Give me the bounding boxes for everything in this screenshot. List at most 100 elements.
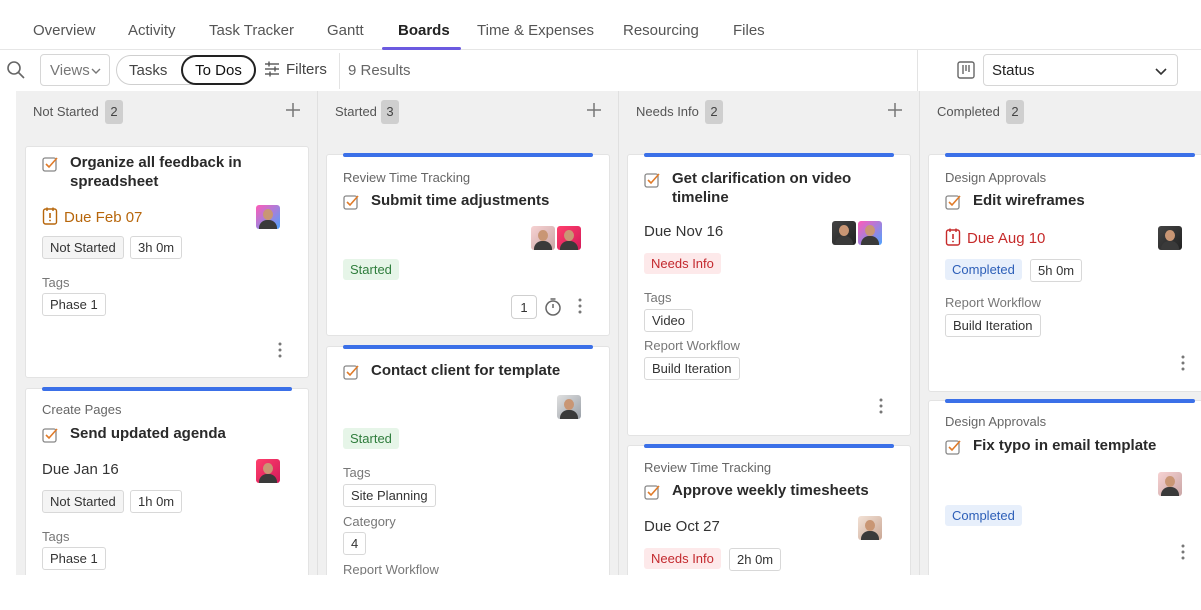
due-date: Due Feb 07 [42,207,142,226]
card-accent-bar [945,399,1195,403]
card-title-row: Get clarification on video timeline [644,169,896,207]
top-tabs: Overview Activity Task Tracker Gantt Boa… [0,0,1201,50]
workflow-chip: Build Iteration [945,314,1041,337]
toggle-tasks[interactable]: Tasks [129,62,167,79]
assignee-avatar[interactable] [531,226,555,250]
plus-icon[interactable] [286,103,300,117]
tag-chip: Site Planning [343,484,436,507]
tab-boards[interactable]: Boards [398,22,450,39]
assignee-avatar[interactable] [1158,472,1182,496]
assignee-avatar[interactable] [256,205,280,229]
assignee-avatar[interactable] [256,459,280,483]
tab-gantt[interactable]: Gantt [327,22,364,39]
more-vertical-icon[interactable] [1181,544,1185,560]
parent-task[interactable]: Create Pages [42,402,122,417]
alert-icon [945,228,961,246]
assignee-avatar[interactable] [858,221,882,245]
column-title: Needs Info [636,104,699,119]
card-accent-bar [42,387,292,391]
checkbox-icon[interactable] [42,427,58,443]
task-card[interactable]: Contact client for template Started Tags… [326,345,610,575]
card-title-row: Organize all feedback in spreadsheet [42,153,294,191]
filters-button[interactable]: Filters [264,61,327,78]
task-card[interactable]: Review Time Tracking Approve weekly time… [627,444,911,575]
plus-icon[interactable] [888,103,902,117]
more-vertical-icon[interactable] [879,398,883,414]
tab-resourcing[interactable]: Resourcing [623,22,699,39]
report-workflow-label: Report Workflow [644,338,740,353]
checkbox-icon[interactable] [945,439,961,455]
checkbox-icon[interactable] [42,156,58,172]
checkbox-icon[interactable] [945,194,961,210]
views-label: Views [50,62,90,79]
status-pill: Needs Info [644,253,721,274]
assignee-avatar[interactable] [858,516,882,540]
checkbox-icon[interactable] [343,364,359,380]
more-vertical-icon[interactable] [578,298,582,314]
assignee-avatar[interactable] [1158,226,1182,250]
status-pill: Started [343,428,399,449]
tag-chip: Phase 1 [42,547,106,570]
card-accent-bar [644,444,894,448]
views-dropdown[interactable]: Views [40,54,110,86]
due-date: Due Jan 16 [42,461,119,478]
assignee-avatar[interactable] [557,226,581,250]
tab-overview[interactable]: Overview [33,22,96,39]
parent-task[interactable]: Review Time Tracking [644,460,771,475]
assignee-avatar[interactable] [832,221,856,245]
task-card[interactable]: Design Approvals Fix typo in email templ… [928,399,1201,575]
board-icon [957,61,975,79]
status-pill: Not Started [42,236,124,259]
due-date: Due Oct 27 [644,518,720,535]
filters-label: Filters [286,61,327,78]
task-card[interactable]: Create Pages Send updated agenda Due Jan… [25,387,309,575]
due-date: Due Nov 16 [644,223,724,240]
assignee-avatar[interactable] [557,395,581,419]
chevron-down-icon [91,68,101,74]
column-header: Needs Info 2 [619,91,919,131]
tab-files[interactable]: Files [733,22,765,39]
workflow-chip: Build Iteration [644,357,740,380]
more-vertical-icon[interactable] [278,342,282,358]
task-card[interactable]: Review Time Tracking Submit time adjustm… [326,153,610,336]
column-title: Completed [937,104,1000,119]
tab-task-tracker[interactable]: Task Tracker [209,22,294,39]
status-pill: Completed [945,259,1022,280]
checkbox-icon[interactable] [644,484,660,500]
card-accent-bar [644,153,894,157]
tab-time-expenses[interactable]: Time & Expenses [477,22,594,39]
more-vertical-icon[interactable] [1181,355,1185,371]
results-count: 9 Results [348,62,411,79]
search-icon[interactable] [6,60,26,80]
task-card[interactable]: Organize all feedback in spreadsheet Due… [25,146,309,378]
group-by-select[interactable]: Status [983,54,1178,86]
comment-count[interactable]: 1 [511,295,537,319]
parent-task[interactable]: Design Approvals [945,170,1046,185]
time-estimate: 5h 0m [1030,259,1083,282]
task-card[interactable]: Design Approvals Edit wireframes Due Aug… [928,153,1201,392]
time-estimate: 3h 0m [130,236,183,259]
plus-icon[interactable] [587,103,601,117]
status-pill: Needs Info [644,548,721,569]
stopwatch-icon[interactable] [544,298,562,316]
toggle-todos[interactable]: To Dos [181,55,256,85]
checkbox-icon[interactable] [343,194,359,210]
alert-icon [42,207,58,225]
report-workflow-label: Report Workflow [343,562,439,575]
card-accent-bar [343,153,593,157]
column-started: Started 3 Review Time Tracking Submit ti… [318,91,618,575]
card-accent-bar [343,345,593,349]
parent-task[interactable]: Review Time Tracking [343,170,470,185]
task-card[interactable]: Get clarification on video timeline Due … [627,153,911,436]
column-count-badge: 2 [1006,100,1024,124]
tab-activity[interactable]: Activity [128,22,176,39]
tags-label: Tags [42,529,70,544]
category-label: Category [343,514,396,529]
due-date-text: Due Feb 07 [64,209,143,226]
column-count-badge: 2 [105,100,123,124]
card-title-row: Contact client for template [343,361,595,380]
parent-task[interactable]: Design Approvals [945,414,1046,429]
board-toolbar: Views Tasks To Dos Filters 9 Results Sta… [0,50,1201,91]
checkbox-icon[interactable] [644,172,660,188]
column-completed: Completed 2 Design Approvals Edit wirefr… [920,91,1201,575]
